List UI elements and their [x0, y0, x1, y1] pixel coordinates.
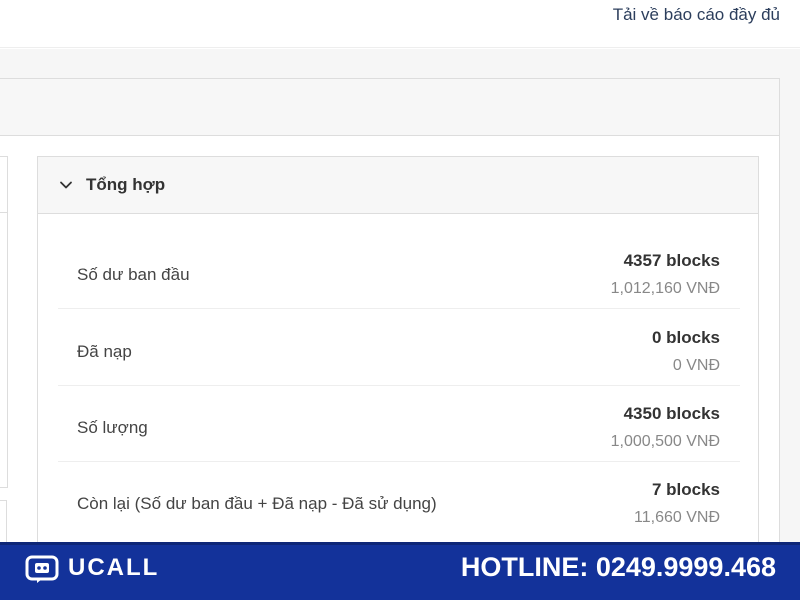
chevron-down-icon[interactable]	[58, 177, 74, 193]
left-panel	[0, 156, 8, 488]
hotline-text: HOTLINE: 0249.9999.468	[460, 552, 776, 582]
row-vnd-value: 1,012,160 VNĐ	[610, 280, 720, 297]
row-vnd-value: 11,660 VNĐ	[634, 509, 720, 526]
summary-row-opening-balance: Số dư ban đầu 4357 blocks 1,012,160 VNĐ	[58, 233, 740, 309]
summary-panel-header[interactable]: Tổng hợp	[38, 157, 758, 214]
row-blocks-value: 7 blocks	[651, 480, 720, 499]
summary-title: Tổng hợp	[86, 175, 166, 194]
row-vnd-value: 1,000,500 VNĐ	[610, 433, 720, 450]
summary-panel: Tổng hợp Số dư ban đầu 4357 blocks 1,012…	[37, 156, 759, 542]
left-panel-header	[0, 157, 7, 213]
summary-row-remaining: Còn lại (Số dư ban đầu + Đã nạp - Đã sử …	[58, 462, 740, 538]
top-bar: Tải về báo cáo đầy đủ	[0, 0, 800, 48]
left-panel-lower	[0, 500, 7, 542]
row-label: Số lượng	[77, 418, 148, 437]
row-label: Số dư ban đầu	[77, 265, 190, 284]
chat-bot-icon	[25, 555, 59, 583]
summary-row-topped-up: Đã nạp 0 blocks 0 VNĐ	[58, 310, 740, 386]
row-blocks-value: 4357 blocks	[623, 251, 720, 270]
report-card-header	[0, 79, 779, 136]
footer-banner: UCALL HOTLINE: 0249.9999.468	[0, 542, 800, 600]
row-vnd-value: 0 VNĐ	[672, 357, 720, 374]
row-blocks-value: 0 blocks	[651, 328, 720, 347]
row-label: Còn lại (Số dư ban đầu + Đã nạp - Đã sử …	[77, 494, 437, 513]
download-report-link[interactable]: Tải về báo cáo đầy đủ	[613, 5, 780, 25]
summary-row-quantity: Số lượng 4350 blocks 1,000,500 VNĐ	[58, 386, 740, 462]
row-label: Đã nạp	[77, 342, 132, 361]
brand-name: UCALL	[68, 554, 160, 581]
row-blocks-value: 4350 blocks	[623, 404, 720, 423]
